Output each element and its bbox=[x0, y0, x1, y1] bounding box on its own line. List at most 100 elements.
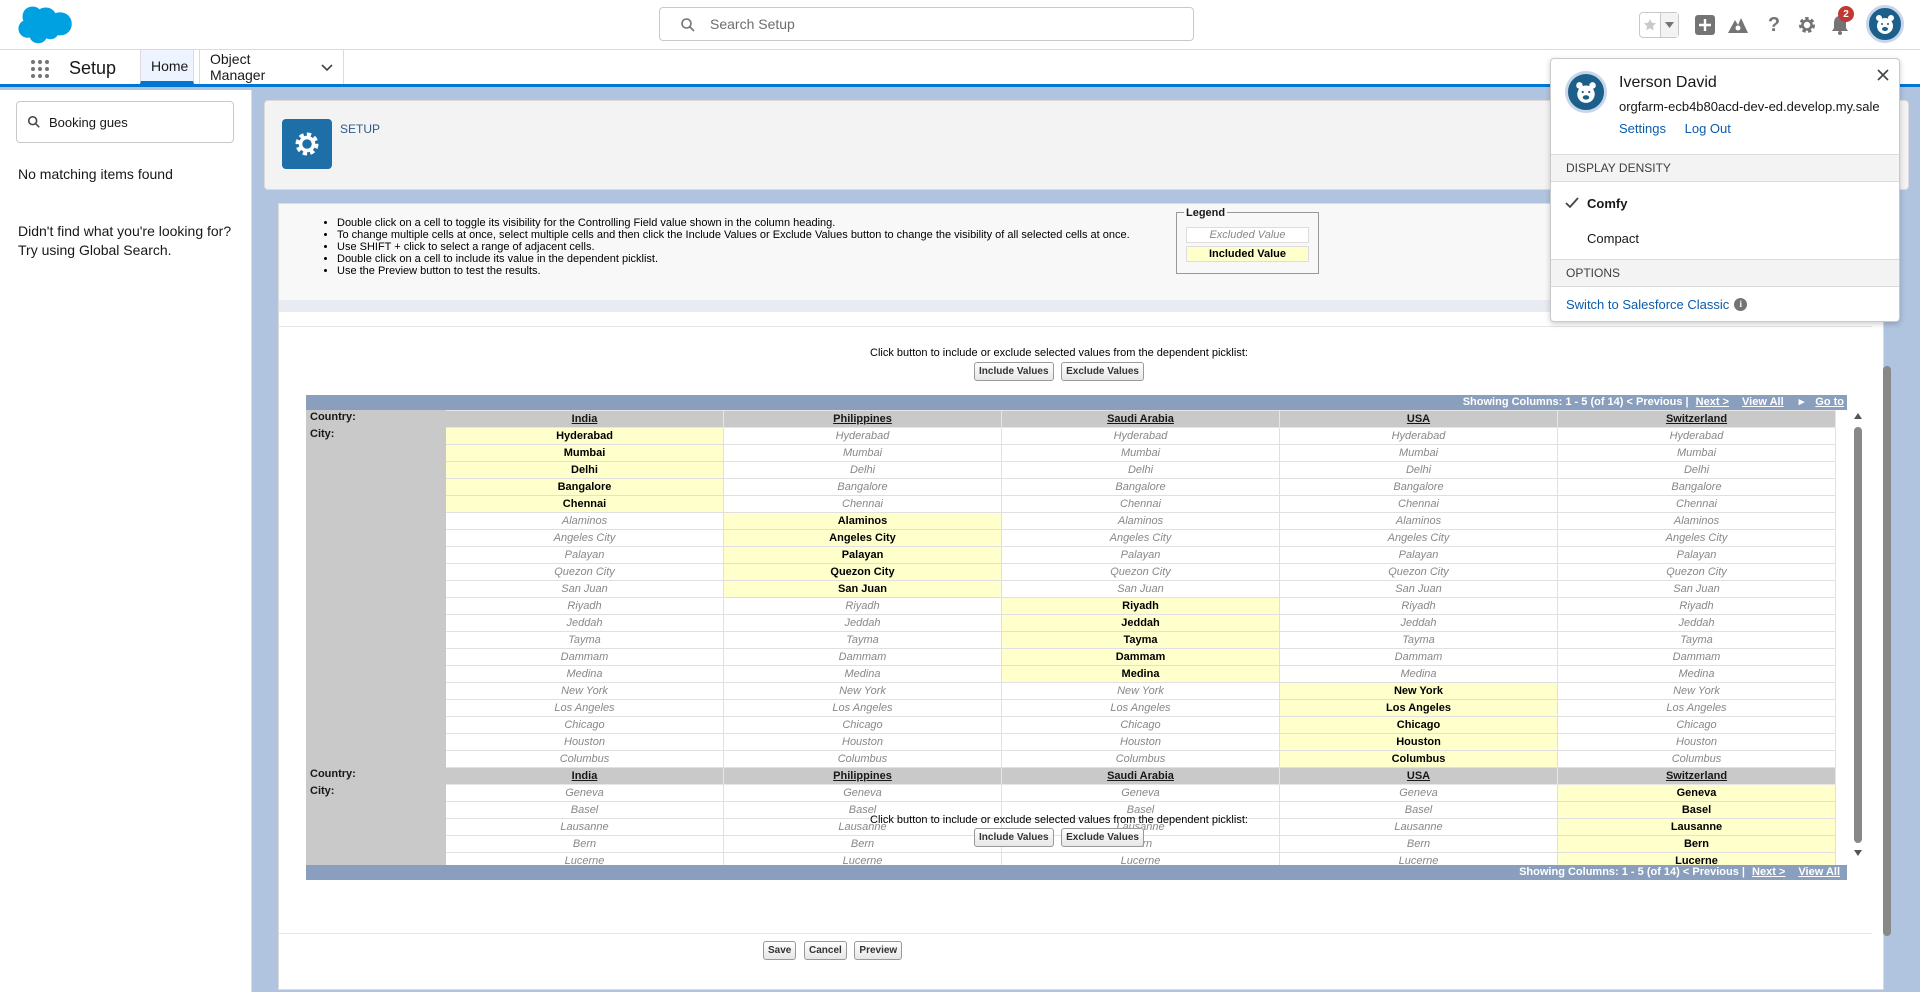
tab-object-manager[interactable]: Object Manager bbox=[199, 50, 344, 84]
trailhead-icon[interactable] bbox=[1726, 13, 1750, 37]
chevron-down-icon[interactable] bbox=[321, 59, 333, 75]
scroll-up-icon[interactable] bbox=[1854, 413, 1862, 419]
switch-classic-link[interactable]: Switch to Salesforce Classic i bbox=[1566, 297, 1748, 312]
gear-icon[interactable] bbox=[1795, 13, 1819, 37]
matrix-cell[interactable]: Chicago bbox=[723, 716, 1002, 734]
matrix-cell[interactable]: New York bbox=[1001, 682, 1280, 700]
cancel-button[interactable]: Cancel bbox=[803, 941, 847, 960]
matrix-cell[interactable]: San Juan bbox=[445, 580, 724, 598]
favorites-group[interactable] bbox=[1639, 12, 1679, 38]
matrix-cell[interactable]: Tayma bbox=[1557, 631, 1836, 649]
next-link[interactable]: Next > bbox=[1696, 396, 1729, 408]
matrix-cell[interactable]: Chennai bbox=[445, 495, 724, 513]
matrix-cell[interactable]: Palayan bbox=[445, 546, 724, 564]
matrix-cell[interactable]: Hyderabad bbox=[723, 427, 1002, 445]
settings-link[interactable]: Settings bbox=[1619, 121, 1666, 136]
column-header-philippines[interactable]: Philippines bbox=[723, 410, 1002, 428]
matrix-cell[interactable]: Mumbai bbox=[1557, 444, 1836, 462]
matrix-cell[interactable]: Jeddah bbox=[445, 614, 724, 632]
matrix-cell[interactable]: Columbus bbox=[1557, 750, 1836, 768]
preview-button[interactable]: Preview bbox=[854, 941, 903, 960]
matrix-cell[interactable]: Riyadh bbox=[1279, 597, 1558, 615]
matrix-cell[interactable]: Medina bbox=[445, 665, 724, 683]
scroll-down-icon[interactable] bbox=[1854, 850, 1862, 856]
save-button[interactable]: Save bbox=[763, 941, 797, 960]
matrix-cell[interactable]: Quezon City bbox=[1001, 563, 1280, 581]
matrix-cell[interactable]: Alaminos bbox=[1001, 512, 1280, 530]
matrix-cell[interactable]: Alaminos bbox=[1557, 512, 1836, 530]
matrix-cell[interactable]: San Juan bbox=[723, 580, 1002, 598]
matrix-cell[interactable]: Palayan bbox=[1557, 546, 1836, 564]
matrix-cell[interactable]: Medina bbox=[1279, 665, 1558, 683]
matrix-cell[interactable]: Medina bbox=[1001, 665, 1280, 683]
include-values-button[interactable]: Include Values bbox=[974, 362, 1054, 381]
grid-scrollbar[interactable] bbox=[1853, 413, 1863, 857]
matrix-cell[interactable]: Quezon City bbox=[1557, 563, 1836, 581]
matrix-cell[interactable]: Alaminos bbox=[723, 512, 1002, 530]
matrix-cell[interactable]: New York bbox=[445, 682, 724, 700]
matrix-cell[interactable]: Jeddah bbox=[723, 614, 1002, 632]
matrix-cell[interactable]: Delhi bbox=[1001, 461, 1280, 479]
matrix-cell[interactable]: Quezon City bbox=[445, 563, 724, 581]
density-comfy-option[interactable]: Comfy bbox=[1551, 187, 1899, 221]
matrix-cell[interactable]: Chennai bbox=[1557, 495, 1836, 513]
matrix-cell[interactable]: Angeles City bbox=[1557, 529, 1836, 547]
matrix-cell[interactable]: Chennai bbox=[1279, 495, 1558, 513]
matrix-cell[interactable]: Medina bbox=[1557, 665, 1836, 683]
column-header-usa[interactable]: USA bbox=[1279, 410, 1558, 428]
matrix-cell[interactable]: Jeddah bbox=[1001, 614, 1280, 632]
matrix-cell[interactable]: Los Angeles bbox=[1279, 699, 1558, 717]
grid-scroll-thumb[interactable] bbox=[1854, 427, 1862, 843]
matrix-cell[interactable]: Mumbai bbox=[1001, 444, 1280, 462]
matrix-cell[interactable]: Riyadh bbox=[1557, 597, 1836, 615]
matrix-cell[interactable]: Palayan bbox=[1001, 546, 1280, 564]
matrix-cell[interactable]: Angeles City bbox=[723, 529, 1002, 547]
matrix-cell[interactable]: Hyderabad bbox=[445, 427, 724, 445]
matrix-cell[interactable]: Riyadh bbox=[445, 597, 724, 615]
matrix-cell[interactable]: Mumbai bbox=[723, 444, 1002, 462]
matrix-cell[interactable]: Chicago bbox=[1001, 716, 1280, 734]
column-header-india[interactable]: India bbox=[445, 767, 724, 785]
matrix-cell[interactable]: New York bbox=[1557, 682, 1836, 700]
column-header-saudi-arabia[interactable]: Saudi Arabia bbox=[1001, 410, 1280, 428]
global-actions-icon[interactable] bbox=[1693, 13, 1717, 37]
matrix-cell[interactable]: Medina bbox=[723, 665, 1002, 683]
matrix-cell[interactable]: Houston bbox=[1557, 733, 1836, 751]
matrix-cell[interactable]: Hyderabad bbox=[1279, 427, 1558, 445]
matrix-cell[interactable]: Angeles City bbox=[1001, 529, 1280, 547]
matrix-cell[interactable]: Geneva bbox=[445, 784, 724, 802]
page-scrollbar[interactable] bbox=[1882, 366, 1892, 936]
matrix-cell[interactable]: San Juan bbox=[1557, 580, 1836, 598]
matrix-cell[interactable]: Riyadh bbox=[1001, 597, 1280, 615]
matrix-cell[interactable]: New York bbox=[1279, 682, 1558, 700]
matrix-cell[interactable]: Quezon City bbox=[723, 563, 1002, 581]
chevron-down-icon[interactable] bbox=[1661, 13, 1678, 37]
close-icon[interactable] bbox=[1875, 67, 1891, 83]
column-header-india[interactable]: India bbox=[445, 410, 724, 428]
search-input[interactable] bbox=[710, 14, 1180, 34]
user-avatar-button[interactable] bbox=[1866, 5, 1904, 43]
column-header-switzerland[interactable]: Switzerland bbox=[1557, 767, 1836, 785]
matrix-cell[interactable]: Houston bbox=[1279, 733, 1558, 751]
matrix-cell[interactable]: Dammam bbox=[1557, 648, 1836, 666]
matrix-cell[interactable]: Tayma bbox=[1279, 631, 1558, 649]
matrix-cell[interactable]: Dammam bbox=[1279, 648, 1558, 666]
exclude-values-button[interactable]: Exclude Values bbox=[1061, 828, 1144, 847]
matrix-cell[interactable]: Delhi bbox=[1279, 461, 1558, 479]
quick-find-box[interactable] bbox=[16, 101, 234, 143]
matrix-cell[interactable]: Columbus bbox=[445, 750, 724, 768]
matrix-cell[interactable]: Columbus bbox=[1279, 750, 1558, 768]
matrix-cell[interactable]: Palayan bbox=[723, 546, 1002, 564]
include-values-button[interactable]: Include Values bbox=[974, 828, 1054, 847]
matrix-cell[interactable]: Hyderabad bbox=[1001, 427, 1280, 445]
matrix-cell[interactable]: Los Angeles bbox=[445, 699, 724, 717]
matrix-cell[interactable]: Jeddah bbox=[1279, 614, 1558, 632]
matrix-cell[interactable]: Tayma bbox=[723, 631, 1002, 649]
matrix-cell[interactable]: Dammam bbox=[723, 648, 1002, 666]
matrix-cell[interactable]: Hyderabad bbox=[1557, 427, 1836, 445]
matrix-cell[interactable]: Columbus bbox=[723, 750, 1002, 768]
matrix-cell[interactable]: Geneva bbox=[1001, 784, 1280, 802]
matrix-cell[interactable]: Houston bbox=[723, 733, 1002, 751]
matrix-cell[interactable]: Jeddah bbox=[1557, 614, 1836, 632]
matrix-cell[interactable]: Angeles City bbox=[445, 529, 724, 547]
